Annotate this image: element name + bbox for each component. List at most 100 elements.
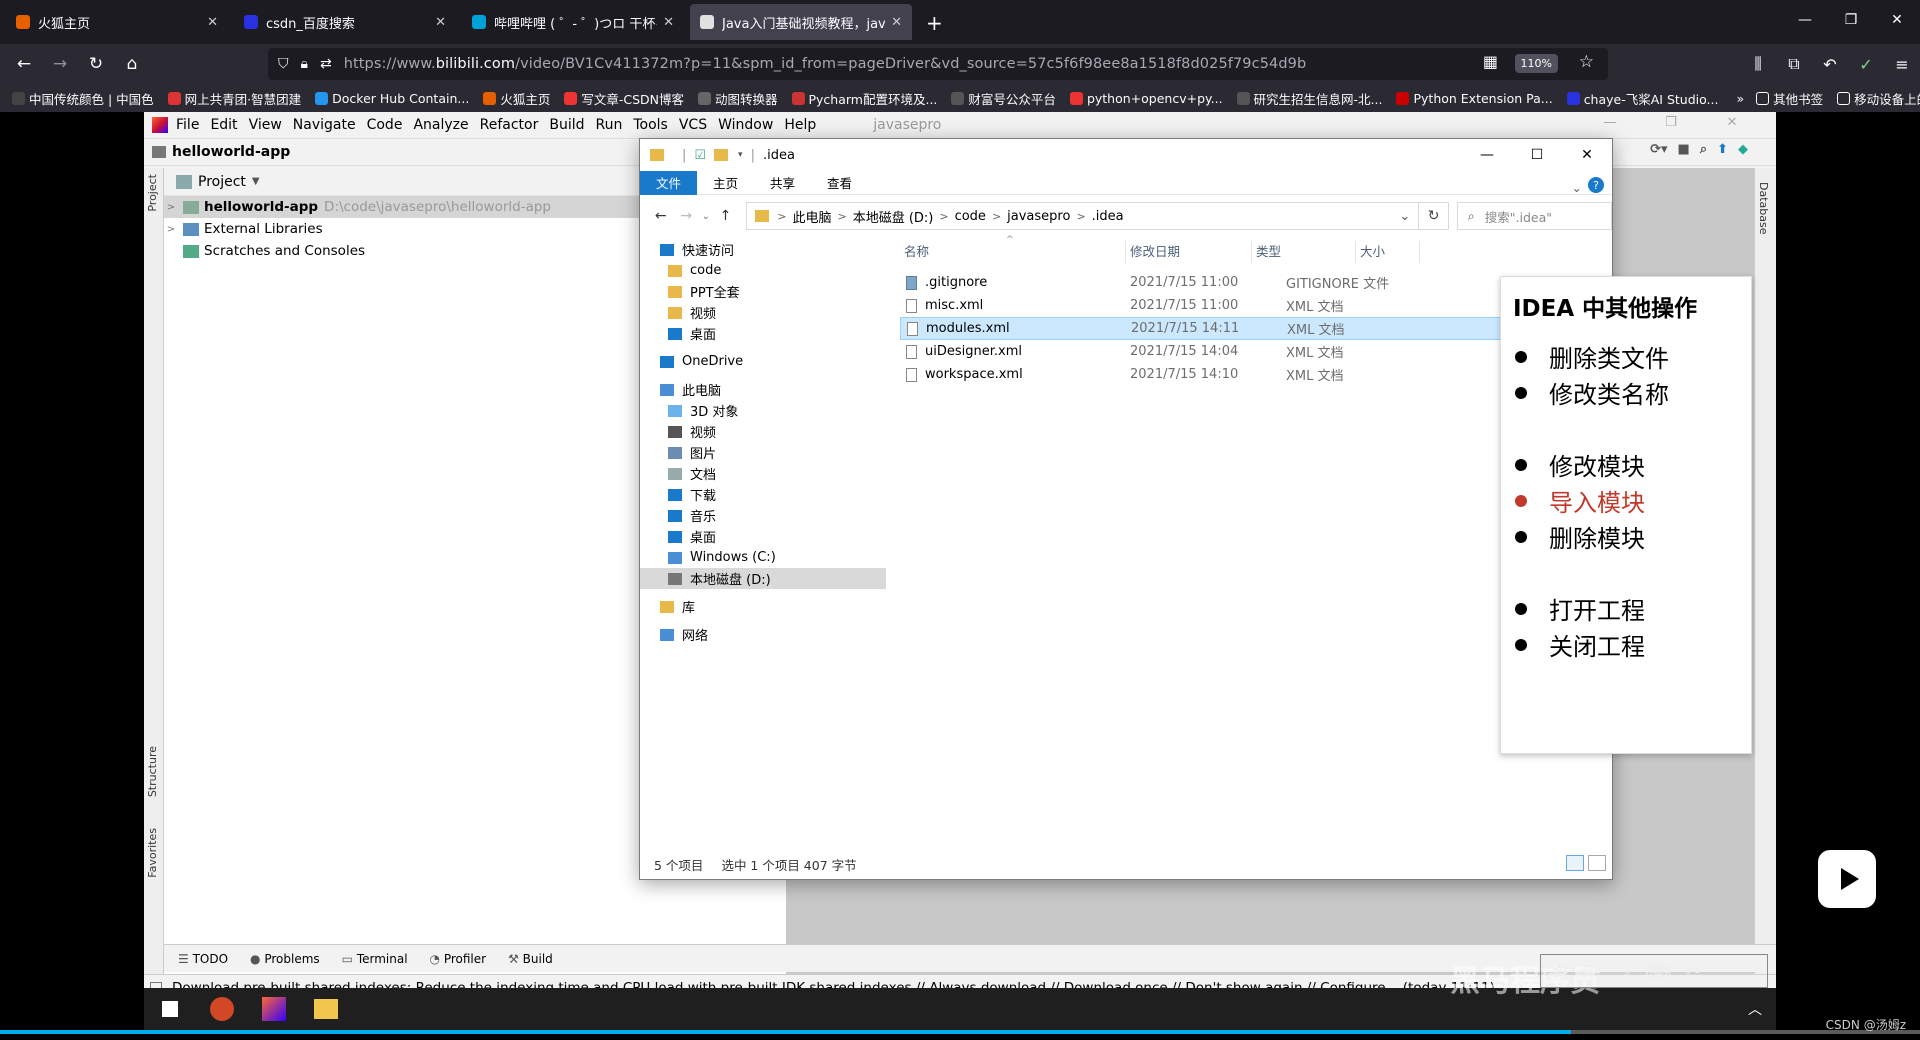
nav-item[interactable]: 快速访问 <box>640 239 886 260</box>
close-window-button[interactable]: ✕ <box>1874 0 1920 40</box>
ribbon-tab[interactable]: 主页 <box>697 171 754 195</box>
explorer-up-button[interactable]: ↑ <box>713 208 739 224</box>
video-progress-bar[interactable] <box>0 1030 1920 1034</box>
shield-icon[interactable]: ⛉ <box>278 56 289 72</box>
bookmark-item[interactable]: 网上共青团·智慧团建 <box>167 89 301 108</box>
menu-item-vcs[interactable]: VCS <box>679 117 707 133</box>
new-tab-button[interactable]: + <box>926 11 943 35</box>
bookmark-item[interactable]: 研究生招生信息网-北... <box>1236 89 1382 108</box>
ime-language-label[interactable]: 中 <box>1583 958 1601 984</box>
ime-tools-icon[interactable]: ✂ <box>1685 961 1700 982</box>
bookmark-item[interactable]: 动图转换器 <box>697 89 778 108</box>
nav-item[interactable]: 音乐 <box>640 505 886 526</box>
explorer-minimize-button[interactable]: — <box>1462 139 1512 171</box>
column-header[interactable]: 类型 <box>1252 241 1356 263</box>
project-view-dropdown[interactable]: Project <box>198 174 246 190</box>
intellij-taskbar-icon[interactable] <box>248 988 300 1030</box>
nav-item[interactable]: code <box>640 260 886 281</box>
explorer-maximize-button[interactable]: ☐ <box>1512 139 1562 171</box>
path-segment[interactable]: javasepro <box>1007 209 1070 224</box>
bookmark-item[interactable]: python+opencv+py... <box>1069 91 1223 106</box>
ribbon-tab[interactable]: 查看 <box>811 171 868 195</box>
new-folder-icon[interactable] <box>714 149 729 161</box>
run-config-icon[interactable]: ⟳▾ <box>1650 142 1667 157</box>
bookmark-item[interactable]: 写文章-CSDN博客 <box>564 89 684 108</box>
other-bookmarks[interactable]: 其他书签 <box>1756 89 1823 108</box>
stop-icon[interactable]: ■ <box>1678 142 1690 157</box>
qat-dropdown-icon[interactable]: ▾ <box>738 150 743 160</box>
tab-close-icon[interactable]: ✕ <box>435 15 446 30</box>
properties-icon[interactable]: ☑ <box>694 148 706 163</box>
screenshot-icon[interactable]: ⧉ <box>1776 54 1812 74</box>
menu-item-build[interactable]: Build <box>549 117 584 133</box>
reload-button[interactable]: ↻ <box>78 48 114 80</box>
explorer-forward-button[interactable]: → <box>674 208 700 224</box>
path-segment[interactable]: 本地磁盘 (D:) <box>853 207 934 226</box>
path-segment[interactable]: code <box>955 209 986 224</box>
tool-tab-problems[interactable]: ● Problems <box>250 952 320 966</box>
nav-item[interactable]: PPT全套 <box>640 281 886 302</box>
nav-item[interactable]: 网络 <box>640 624 886 645</box>
menu-item-run[interactable]: Run <box>596 117 623 133</box>
nav-item[interactable]: 下载 <box>640 484 886 505</box>
nav-item[interactable]: 库 <box>640 596 886 617</box>
nav-item[interactable]: 视频 <box>640 302 886 323</box>
extension-v-icon[interactable]: ✓ <box>1848 55 1884 74</box>
tab-close-icon[interactable]: ✕ <box>663 15 674 30</box>
menu-item-refactor[interactable]: Refactor <box>480 117 539 133</box>
menu-item-navigate[interactable]: Navigate <box>293 117 356 133</box>
recent-locations-icon[interactable]: ⌄ <box>699 211 713 222</box>
tool-tab-profiler[interactable]: ◔ Profiler <box>430 952 487 966</box>
bookmark-item[interactable]: chaye-飞桨AI Studio... <box>1566 89 1718 108</box>
database-tool-tab[interactable]: Database <box>1757 182 1770 235</box>
column-header[interactable]: 大小 <box>1356 241 1420 263</box>
browser-tab[interactable]: Java入门基础视频教程，java零 ✕ <box>690 4 912 40</box>
breadcrumb-project[interactable]: helloworld-app <box>172 144 290 160</box>
menu-item-edit[interactable]: Edit <box>210 117 237 133</box>
menu-item-file[interactable]: File <box>176 117 199 133</box>
url-bar[interactable]: ⛉ 🔒︎ ⇄ https://www.bilibili.com/video/BV… <box>268 48 1608 80</box>
bookmark-item[interactable]: 火狐主页 <box>483 89 550 108</box>
qr-code-icon[interactable]: ▦ <box>1483 52 1498 71</box>
browser-tab[interactable]: 哔哩哔哩 ( ゜- ゜)つロ 干杯~-bi ✕ <box>462 4 684 40</box>
explorer-close-button[interactable]: ✕ <box>1562 139 1612 171</box>
mobile-bookmarks[interactable]: 移动设备上的书签 <box>1837 89 1920 108</box>
menu-item-window[interactable]: Window <box>718 117 773 133</box>
ide-minimize-button[interactable]: — <box>1585 115 1635 130</box>
bookmark-item[interactable]: 财富号公众平台 <box>951 89 1056 108</box>
chevron-down-icon[interactable]: ▼ <box>252 176 260 187</box>
nav-item[interactable]: 3D 对象 <box>640 400 886 421</box>
tool-tab-todo[interactable]: ☰ TODO <box>178 952 228 966</box>
ribbon-tab[interactable]: 共享 <box>754 171 811 195</box>
large-icons-view-icon[interactable] <box>1588 855 1606 871</box>
menu-item-view[interactable]: View <box>249 117 282 133</box>
url-text[interactable]: https://www.bilibili.com/video/BV1Cv4113… <box>344 56 1307 72</box>
lock-icon[interactable]: 🔒︎ <box>301 56 308 72</box>
ime-punct-icon[interactable]: ☽ <box>1615 961 1631 982</box>
nav-item[interactable]: 桌面 <box>640 526 886 547</box>
favorites-tool-tab[interactable]: Favorites <box>146 828 159 878</box>
bookmark-item[interactable]: Python Extension Pa... <box>1396 91 1553 106</box>
undo-icon[interactable]: ↶ <box>1812 55 1848 74</box>
address-dropdown-icon[interactable]: ⌄ <box>1399 209 1410 224</box>
bookmark-star-icon[interactable]: ☆ <box>1579 52 1594 72</box>
path-segment[interactable]: .idea <box>1092 209 1124 224</box>
bookmark-item[interactable]: Docker Hub Contain... <box>315 91 469 106</box>
ide-restore-button[interactable]: ❐ <box>1646 115 1696 130</box>
nav-item[interactable]: 桌面 <box>640 323 886 344</box>
library-icon[interactable]: ⫼ <box>1740 54 1776 74</box>
ide-close-button[interactable]: ✕ <box>1707 115 1757 130</box>
plugin-icon[interactable]: ◆ <box>1738 142 1748 157</box>
browser-tab[interactable]: 火狐主页 ✕ <box>6 4 228 40</box>
project-tool-tab[interactable]: Project <box>146 174 159 212</box>
forward-button[interactable]: → <box>42 48 78 80</box>
tool-tab-build[interactable]: ⚒ Build <box>508 952 553 966</box>
ime-settings-icon[interactable]: ⚙ <box>1553 961 1569 982</box>
explorer-back-button[interactable]: ← <box>648 208 674 224</box>
nav-item[interactable]: 图片 <box>640 442 886 463</box>
tab-close-icon[interactable]: ✕ <box>207 15 218 30</box>
tab-close-icon[interactable]: ✕ <box>891 15 902 30</box>
search-icon[interactable]: ⌕ <box>1700 142 1707 157</box>
nav-item[interactable]: OneDrive <box>640 351 886 372</box>
zoom-indicator[interactable]: 110% <box>1514 54 1558 73</box>
